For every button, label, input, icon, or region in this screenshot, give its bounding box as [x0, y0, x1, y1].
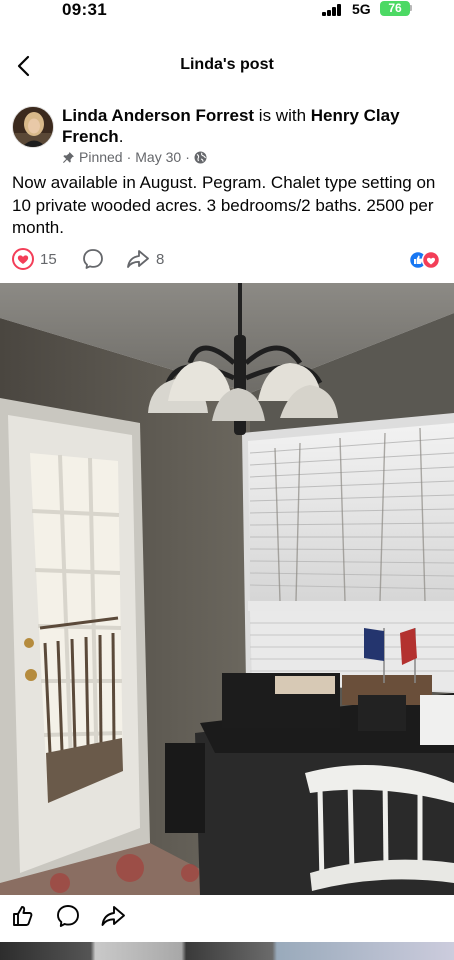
- post-date[interactable]: May 30: [135, 149, 181, 165]
- post-author-line: Linda Anderson Forrest is with Henry Cla…: [62, 105, 442, 147]
- share-count-button[interactable]: 8: [126, 248, 164, 270]
- pinned-label: Pinned: [79, 149, 123, 165]
- battery-tip: [410, 5, 412, 11]
- share-icon: [127, 250, 149, 268]
- love-reaction-icon: [12, 248, 34, 270]
- signal-icon: [322, 4, 344, 16]
- globe-icon: [194, 151, 207, 163]
- author-connector: is with: [254, 106, 311, 125]
- reactions-count: 15: [40, 250, 57, 268]
- battery-level: 76: [388, 1, 402, 15]
- comment-icon: [57, 905, 79, 927]
- post-actions: [0, 903, 454, 933]
- like-icon: [13, 906, 33, 926]
- post-text: Now available in August. Pegram. Chalet …: [12, 173, 436, 237]
- network-type: 5G: [352, 1, 371, 17]
- status-time: 09:31: [62, 0, 107, 19]
- status-bar: 09:31 5G 76: [0, 0, 454, 22]
- shares-count: 8: [156, 250, 165, 268]
- like-button[interactable]: [10, 903, 38, 931]
- engagement-row: 15 8: [12, 248, 442, 272]
- comment-button[interactable]: [55, 903, 83, 931]
- post-photo[interactable]: [0, 283, 454, 895]
- post-meta: Pinned · May 30 ·: [62, 149, 207, 165]
- next-post-photo-preview[interactable]: [0, 942, 454, 960]
- reaction-summary-icons[interactable]: [408, 250, 442, 270]
- page-title: Linda's post: [180, 56, 274, 73]
- nav-bar: Linda's post: [0, 48, 454, 84]
- meta-separator: ·: [126, 149, 132, 165]
- comment-icon: [83, 249, 103, 269]
- room-photo: [0, 283, 454, 895]
- comment-count-button[interactable]: [82, 248, 110, 270]
- meta-separator: ·: [185, 149, 190, 165]
- avatar-photo: [13, 107, 53, 147]
- battery-icon: 76: [380, 1, 410, 16]
- pin-icon: [63, 151, 74, 163]
- share-button[interactable]: [100, 903, 128, 931]
- avatar[interactable]: [12, 106, 54, 148]
- tagged-suffix: .: [118, 127, 124, 146]
- like-love-icon: [408, 250, 441, 270]
- author-name[interactable]: Linda Anderson Forrest: [62, 106, 254, 125]
- reactions-button[interactable]: 15: [12, 248, 57, 270]
- share-icon: [101, 906, 125, 926]
